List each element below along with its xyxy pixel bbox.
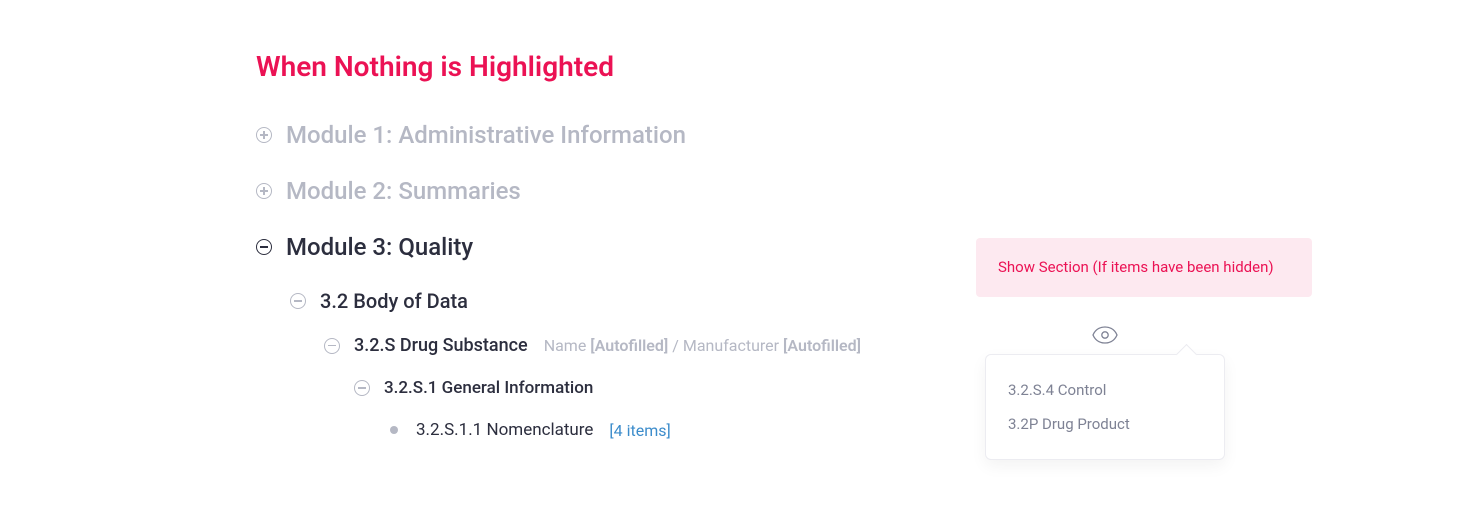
- item-count-link[interactable]: [4 items]: [609, 421, 670, 440]
- meta-sep: /: [668, 336, 683, 355]
- node-3-2-s-row[interactable]: 3.2.S Drug Substance Name [Autofilled] /…: [324, 335, 1460, 356]
- plus-icon: [256, 183, 272, 199]
- node-3-2-s-label: 3.2.S Drug Substance: [354, 335, 528, 356]
- popover-card: 3.2.S.4 Control 3.2P Drug Product: [985, 354, 1225, 460]
- minus-icon: [256, 239, 272, 255]
- eye-icon[interactable]: [1092, 326, 1118, 348]
- hidden-sections-popover: 3.2.S.4 Control 3.2P Drug Product: [985, 326, 1225, 460]
- node-3-2-s-meta: Name [Autofilled] / Manufacturer [Autofi…: [544, 336, 861, 355]
- plus-icon: [256, 127, 272, 143]
- minus-icon: [290, 293, 306, 309]
- meta-name-value: [Autofilled]: [590, 336, 668, 355]
- module-3-label: Module 3: Quality: [286, 233, 473, 261]
- popover-item-drug-product[interactable]: 3.2P Drug Product: [1008, 407, 1202, 441]
- bullet-icon: [390, 426, 398, 434]
- node-3-2-label: 3.2 Body of Data: [320, 289, 468, 313]
- module-2-label: Module 2: Summaries: [286, 177, 521, 205]
- popover-item-control[interactable]: 3.2.S.4 Control: [1008, 373, 1202, 407]
- module-1-label: Module 1: Administrative Information: [286, 121, 686, 149]
- meta-manu-value: [Autofilled]: [783, 336, 861, 355]
- node-3-2-s-1-label: 3.2.S.1 General Information: [384, 378, 593, 398]
- node-3-2-s-1-row[interactable]: 3.2.S.1 General Information: [354, 378, 1460, 398]
- node-3-2-s-1-1-label: 3.2.S.1.1 Nomenclature: [416, 420, 593, 440]
- minus-icon: [324, 338, 340, 354]
- module-1-row[interactable]: Module 1: Administrative Information: [256, 121, 1460, 149]
- minus-icon: [354, 380, 370, 396]
- module-2-row[interactable]: Module 2: Summaries: [256, 177, 1460, 205]
- meta-manu-label: Manufacturer: [683, 336, 783, 355]
- page-title: When Nothing is Highlighted: [256, 50, 1460, 83]
- show-section-hint: Show Section (If items have been hidden): [976, 238, 1312, 297]
- node-3-2-s-1-1-row[interactable]: 3.2.S.1.1 Nomenclature [4 items]: [386, 420, 1460, 440]
- meta-name-label: Name: [544, 336, 591, 355]
